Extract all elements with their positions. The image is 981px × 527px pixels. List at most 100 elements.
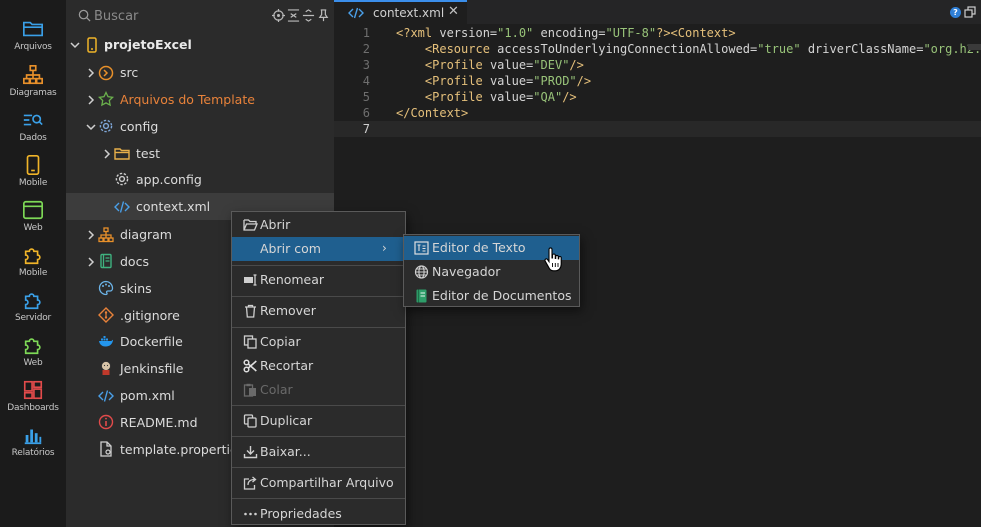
code-token: <Profile	[424, 74, 490, 88]
submenu-arrow-icon: ›	[382, 241, 387, 255]
menu-item-label: Renomear	[260, 272, 325, 287]
code-line[interactable]: 3 <Profile value="DEV"/>	[334, 57, 981, 73]
chevron-right-icon	[104, 149, 111, 159]
tree-item-label: src	[120, 65, 139, 80]
menu-item-remove[interactable]: Remover	[232, 299, 405, 323]
code-token: <Profile	[424, 90, 490, 104]
code-line[interactable]: 6 </Context>	[334, 105, 981, 121]
activity-label: Relatórios	[11, 448, 55, 458]
split-editor-icon[interactable]	[964, 6, 976, 18]
menu-separator	[232, 296, 405, 297]
tree-root-project[interactable]: projetoExcel	[66, 31, 334, 58]
activity-label: Dados	[19, 133, 47, 143]
duplicate-icon	[243, 414, 257, 428]
code-text: <Profile value="DEV"/>	[396, 57, 584, 73]
menu-separator	[232, 467, 405, 468]
menu-item-open-with[interactable]: Abrir com ›	[232, 237, 405, 261]
git-icon	[98, 307, 114, 323]
menu-item-label: Compartilhar Arquivo	[260, 475, 394, 490]
activity-diagrams[interactable]: Diagramas	[0, 62, 66, 106]
menu-item-cut[interactable]: Recortar	[232, 354, 405, 378]
tree-item-app-config[interactable]: app.config	[66, 166, 334, 193]
web-window-icon	[23, 200, 43, 220]
activity-web[interactable]: Web	[0, 197, 66, 241]
activity-files[interactable]: Arquivos	[0, 16, 66, 60]
code-token: </Context>	[396, 106, 469, 120]
tree-item-label: skins	[120, 281, 152, 296]
menu-separator	[232, 405, 405, 406]
tree-item-template-files[interactable]: Arquivos do Template	[66, 86, 334, 113]
chevron-right-icon	[88, 230, 95, 240]
menu-separator	[232, 436, 405, 437]
menu-item-properties[interactable]: Propriedades	[232, 502, 405, 526]
code-text: </Context>	[396, 105, 468, 121]
diagram-icon	[98, 227, 114, 243]
menu-item-label: Colar	[260, 382, 293, 397]
activity-label: Arquivos	[14, 42, 52, 52]
code-line[interactable]: 7	[334, 121, 981, 137]
pin-icon[interactable]	[317, 9, 330, 22]
project-icon	[87, 37, 97, 53]
menu-item-copy[interactable]: Copiar	[232, 330, 405, 354]
tree-item-label: test	[136, 146, 161, 161]
context-menu: Abrir Abrir com › Renomear Remover Copia…	[231, 211, 406, 525]
tree-item-src[interactable]: src	[66, 59, 334, 86]
code-token: driverClassName=	[800, 42, 924, 56]
line-number: 7	[362, 122, 370, 136]
submenu-item-label: Editor de Documentos	[432, 288, 572, 303]
menu-item-label: Propriedades	[260, 506, 342, 521]
expand-all-icon[interactable]	[302, 9, 315, 22]
mobile-icon	[26, 155, 40, 175]
submenu-item-document-editor[interactable]: Editor de Documentos	[404, 284, 579, 308]
menu-item-share[interactable]: Compartilhar Arquivo	[232, 471, 405, 495]
tree-item-test[interactable]: test	[66, 140, 334, 167]
activity-mobile-components[interactable]: Mobile	[0, 242, 66, 286]
gear-icon	[99, 119, 113, 133]
book-icon	[100, 253, 112, 269]
tab-close-button[interactable]: ✕	[448, 4, 459, 19]
code-line[interactable]: 5 <Profile value="QA"/>	[334, 89, 981, 105]
locate-file-icon[interactable]	[272, 9, 285, 22]
file-settings-icon	[100, 441, 112, 457]
menu-item-rename[interactable]: Renomear	[232, 268, 405, 292]
activity-label: Web	[23, 358, 43, 368]
activity-data[interactable]: Dados	[0, 107, 66, 151]
help-icon[interactable]: ?	[950, 7, 961, 18]
globe-icon	[414, 265, 429, 279]
scissors-icon	[243, 359, 257, 373]
code-line[interactable]: 2 <Resource accessToUnderlyingConnection…	[334, 41, 981, 57]
activity-dashboards[interactable]: Dashboards	[0, 377, 66, 421]
code-token: <Resource	[424, 42, 498, 56]
code-line[interactable]: 4 <Profile value="PROD"/>	[334, 73, 981, 89]
code-line[interactable]: 1 <?xml version="1.0" encoding="UTF-8"?><…	[334, 25, 981, 41]
menu-item-download[interactable]: Baixar...	[232, 440, 405, 464]
menu-item-open[interactable]: Abrir	[232, 213, 405, 237]
chevron-right-icon	[88, 68, 95, 78]
app-window: Arquivos Diagramas Dados Mobile Web Mobi…	[0, 0, 981, 527]
code-token: "UTF-8"	[605, 26, 657, 40]
line-number: 3	[362, 58, 370, 72]
code-text: <Resource accessToUnderlyingConnectionAl…	[396, 41, 981, 57]
activity-reports[interactable]: Relatórios	[0, 422, 66, 466]
palette-icon	[98, 280, 114, 296]
tab-context-xml[interactable]: context.xml ✕	[334, 0, 467, 24]
more-dots-icon	[244, 512, 257, 516]
activity-mobile[interactable]: Mobile	[0, 152, 66, 196]
menu-item-duplicate[interactable]: Duplicar	[232, 409, 405, 433]
tree-item-label: app.config	[136, 172, 202, 187]
search-input[interactable]	[94, 6, 264, 26]
code-token: "DEV"	[533, 58, 570, 72]
jenkins-icon	[101, 361, 111, 375]
menu-separator	[232, 327, 405, 328]
activity-web-components[interactable]: Web	[0, 332, 66, 376]
horizontal-scrollbar[interactable]	[968, 44, 981, 50]
diagram-icon	[23, 65, 43, 85]
activity-label: Mobile	[18, 178, 48, 188]
menu-item-label: Abrir	[260, 217, 291, 232]
download-icon	[243, 446, 258, 459]
tree-item-config[interactable]: config	[66, 113, 334, 140]
code-token: version=	[439, 26, 498, 40]
activity-server[interactable]: Servidor	[0, 287, 66, 331]
collapse-all-icon[interactable]	[287, 9, 300, 22]
